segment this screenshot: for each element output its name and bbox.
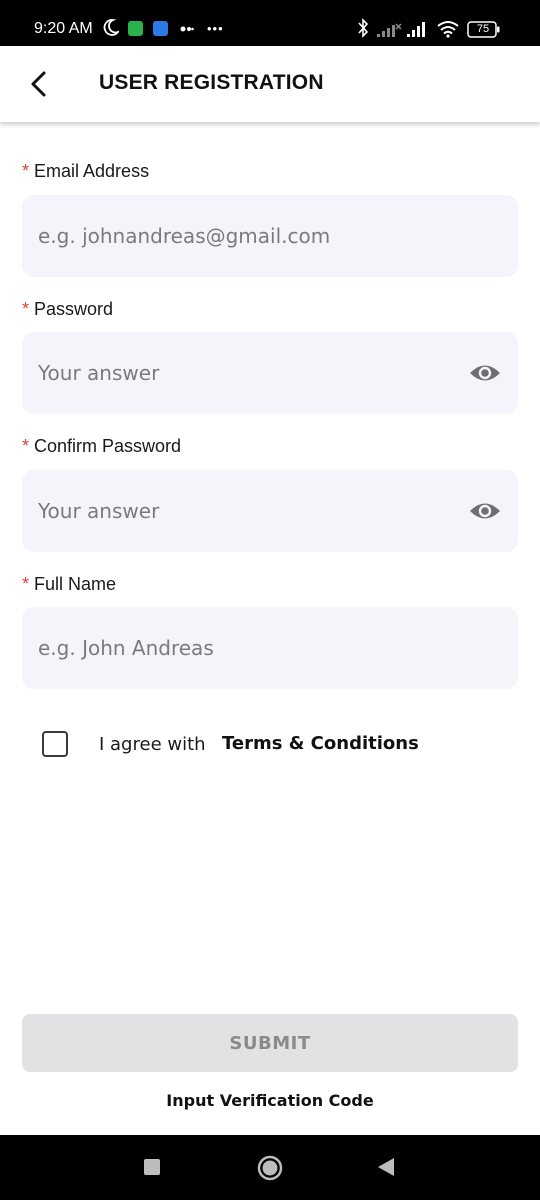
full-name-field-container — [22, 607, 518, 689]
status-time: 9:20 AM — [34, 20, 93, 37]
wifi-icon — [437, 21, 459, 38]
submit-button[interactable]: SUBMIT — [22, 1014, 518, 1072]
home-icon[interactable] — [257, 1155, 283, 1181]
full-name-field[interactable] — [38, 607, 458, 689]
battery-level: 75 — [476, 23, 490, 35]
required-mark: * — [22, 574, 30, 594]
email-label: * Email Address — [22, 161, 149, 182]
signal-icon — [377, 23, 402, 37]
confirm-password-field[interactable] — [38, 470, 458, 552]
bluetooth-icon — [358, 18, 369, 38]
input-verification-code-link[interactable]: Input Verification Code — [0, 1091, 540, 1110]
back-triangle-icon[interactable] — [377, 1157, 395, 1177]
app-header: USER REGISTRATION — [0, 46, 540, 122]
password-field[interactable] — [38, 332, 458, 414]
password-field-container — [22, 332, 518, 414]
terms-checkbox[interactable] — [42, 731, 68, 757]
email-field[interactable] — [38, 195, 458, 277]
agree-text: I agree with — [99, 734, 206, 755]
password-label: * Password — [22, 299, 113, 320]
confirm-password-label-text: Confirm Password — [34, 436, 182, 456]
signal-icon — [407, 22, 425, 37]
full-name-label: * Full Name — [22, 574, 116, 595]
dot-icon — [180, 26, 194, 32]
full-name-label-text: Full Name — [34, 574, 117, 594]
required-mark: * — [22, 299, 30, 319]
navigation-bar — [0, 1135, 540, 1200]
status-bar: 9:20 AM ••• 75 — [0, 0, 540, 46]
more-icon: ••• — [207, 21, 224, 36]
page-title: USER REGISTRATION — [99, 71, 324, 94]
required-mark: * — [22, 161, 30, 181]
email-label-text: Email Address — [34, 161, 150, 181]
eye-icon[interactable] — [469, 360, 501, 386]
chevron-left-icon[interactable] — [24, 66, 56, 102]
recent-apps-icon[interactable] — [144, 1159, 160, 1175]
terms-link[interactable]: Terms & Conditions — [222, 733, 419, 754]
email-field-container — [22, 195, 518, 277]
confirm-password-label: * Confirm Password — [22, 436, 181, 457]
eye-icon[interactable] — [469, 498, 501, 524]
whatsapp-icon — [128, 21, 143, 36]
password-label-text: Password — [34, 299, 114, 319]
required-mark: * — [22, 436, 30, 456]
app-icon — [153, 21, 168, 36]
moon-icon — [103, 19, 119, 36]
confirm-password-field-container — [22, 470, 518, 552]
